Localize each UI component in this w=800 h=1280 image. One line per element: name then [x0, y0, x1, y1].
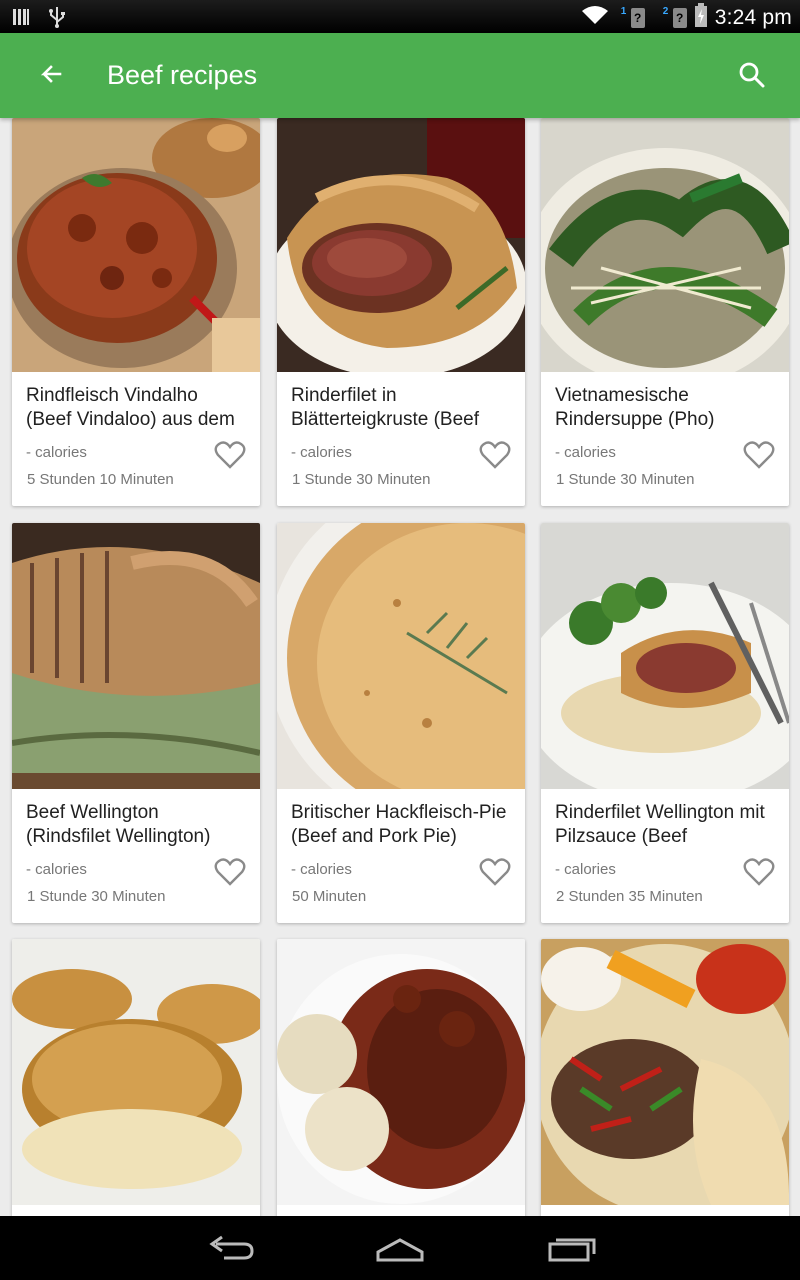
recipe-calories: - calories: [555, 444, 616, 461]
search-button[interactable]: [734, 57, 770, 93]
recipe-duration: 1 Stunde 30 Minuten: [292, 471, 431, 488]
recipe-calories: - calories: [291, 861, 352, 878]
recipe-card[interactable]: [541, 939, 789, 1216]
favorite-button[interactable]: [214, 857, 246, 887]
nav-home-button[interactable]: [370, 1232, 430, 1264]
navigation-bar: [0, 1216, 800, 1280]
back-icon: [209, 1235, 254, 1260]
heart-outline-icon: [743, 858, 775, 886]
favorite-button[interactable]: [214, 440, 246, 470]
recipe-duration: 50 Minuten: [292, 888, 367, 905]
sim-2-icon: 2?: [663, 6, 687, 28]
status-bar: 1? 2? 3:24 pm: [0, 0, 800, 33]
recipe-image-beef-filet-pastry: [277, 118, 525, 372]
recipe-image-fajitas: [541, 939, 789, 1205]
heart-outline-icon: [479, 441, 511, 469]
recipe-title: Vietnamesische Rindersuppe (Pho): [555, 385, 715, 430]
recipe-calories: - calories: [26, 861, 87, 878]
clock: 3:24 pm: [714, 5, 792, 29]
recipe-title: Britischer Hackfleisch-Pie (Beef and Por…: [291, 802, 507, 847]
sim-1-icon: 1?: [621, 6, 645, 28]
heart-outline-icon: [479, 858, 511, 886]
recipe-image-patties: [12, 939, 260, 1205]
recipe-duration: 1 Stunde 30 Minuten: [27, 888, 166, 905]
recipe-card[interactable]: Rindfleisch Vindalho (Beef Vindaloo) aus…: [12, 118, 260, 506]
app-bar: Beef recipes: [0, 33, 800, 118]
home-icon: [376, 1238, 424, 1262]
recipe-calories: - calories: [291, 444, 352, 461]
recipe-duration: 1 Stunde 30 Minuten: [556, 471, 695, 488]
recipe-title: Rinderfilet in Blätterteigkruste (Beef: [291, 385, 479, 430]
recipe-card[interactable]: [12, 939, 260, 1216]
battery-icon: [694, 3, 707, 32]
recipe-duration: 5 Stunden 10 Minuten: [27, 471, 174, 488]
recipe-image-goulash-dumplings: [277, 939, 525, 1205]
recipe-title: Rindfleisch Vindalho (Beef Vindaloo) aus…: [26, 385, 235, 430]
recipe-card[interactable]: Rinderfilet in Blätterteigkruste (Beef -…: [277, 118, 525, 506]
recipe-title: Beef Wellington (Rindsfilet Wellington): [26, 802, 211, 847]
recipe-title: Rinderfilet Wellington mit Pilzsauce (Be…: [555, 802, 765, 847]
recipe-card[interactable]: Britischer Hackfleisch-Pie (Beef and Por…: [277, 523, 525, 923]
heart-outline-icon: [214, 858, 246, 886]
search-icon: [739, 62, 765, 88]
favorite-button[interactable]: [743, 440, 775, 470]
recipe-image-pho: [541, 118, 789, 372]
recipe-card[interactable]: Beef Wellington (Rindsfilet Wellington) …: [12, 523, 260, 923]
usb-icon: [48, 6, 66, 33]
favorite-button[interactable]: [479, 857, 511, 887]
recipe-image-filet-wellington-sauce: [541, 523, 789, 789]
recipe-card[interactable]: [277, 939, 525, 1216]
recipe-duration: 2 Stunden 35 Minuten: [556, 888, 703, 905]
back-button[interactable]: [30, 55, 70, 95]
nav-back-button[interactable]: [200, 1232, 260, 1264]
recipe-card[interactable]: Vietnamesische Rindersuppe (Pho) - calor…: [541, 118, 789, 506]
favorite-button[interactable]: [479, 440, 511, 470]
heart-outline-icon: [214, 441, 246, 469]
recipe-image-meat-pie: [277, 523, 525, 789]
nav-recents-button[interactable]: [542, 1232, 602, 1264]
recipe-grid: Rindfleisch Vindalho (Beef Vindaloo) aus…: [0, 118, 800, 1216]
wifi-icon: [581, 4, 609, 31]
favorite-button[interactable]: [743, 857, 775, 887]
heart-outline-icon: [743, 441, 775, 469]
recipe-card[interactable]: Rinderfilet Wellington mit Pilzsauce (Be…: [541, 523, 789, 923]
storage-icon: [12, 7, 30, 32]
recipe-calories: - calories: [555, 861, 616, 878]
recents-icon: [548, 1238, 596, 1262]
recipe-image-vindaloo: [12, 118, 260, 372]
arrow-back-icon: [40, 65, 62, 83]
recipe-calories: - calories: [26, 444, 87, 461]
recipe-image-beef-wellington: [12, 523, 260, 789]
page-title: Beef recipes: [107, 60, 258, 90]
